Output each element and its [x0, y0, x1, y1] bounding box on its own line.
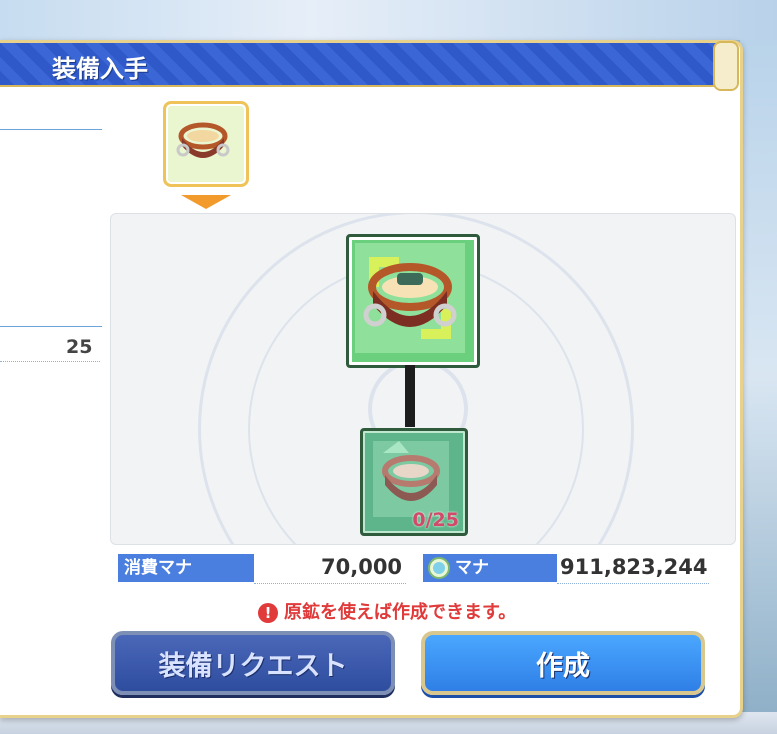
warning-icon: ! — [258, 603, 278, 623]
left-panel-value: 25 — [66, 336, 93, 358]
mana-balance-value: 911,823,244 — [560, 555, 708, 579]
mana-label-text: マナ — [455, 558, 489, 578]
left-panel-dotline — [0, 361, 100, 362]
mana-gem-icon — [428, 557, 450, 579]
material-fragment-icon[interactable]: 0/25 — [360, 428, 468, 536]
selection-arrow-icon — [181, 195, 231, 209]
create-button[interactable]: 作成 — [421, 631, 705, 695]
stat-dotline — [557, 583, 709, 584]
material-count: 0/25 — [412, 509, 459, 531]
mana-cost-label: 消費マナ — [118, 554, 254, 582]
dialog-title-bar: 装備入手 — [0, 41, 739, 91]
selected-equipment-icon[interactable] — [163, 101, 249, 187]
background-scene — [740, 40, 777, 712]
target-equipment-icon[interactable] — [346, 234, 480, 368]
left-panel-divider — [0, 129, 102, 130]
equipment-dialog: 装備入手 25 0/25 消費マナ 70,000 マナ 911,823,244 … — [0, 40, 743, 718]
left-panel-divider — [0, 326, 102, 327]
warning-text: 原鉱を使えば作成できます。 — [284, 602, 517, 623]
mana-cost-value: 70,000 — [321, 555, 403, 579]
background-header — [0, 0, 777, 40]
warning-message: ! 原鉱を使えば作成できます。 — [258, 598, 516, 624]
dialog-title: 装備入手 — [52, 55, 148, 83]
equipment-request-button[interactable]: 装備リクエスト — [111, 631, 395, 695]
ornament-icon — [713, 41, 739, 91]
tree-connector — [405, 365, 415, 427]
stat-dotline — [254, 583, 406, 584]
craft-tree-panel: 0/25 — [110, 213, 736, 545]
